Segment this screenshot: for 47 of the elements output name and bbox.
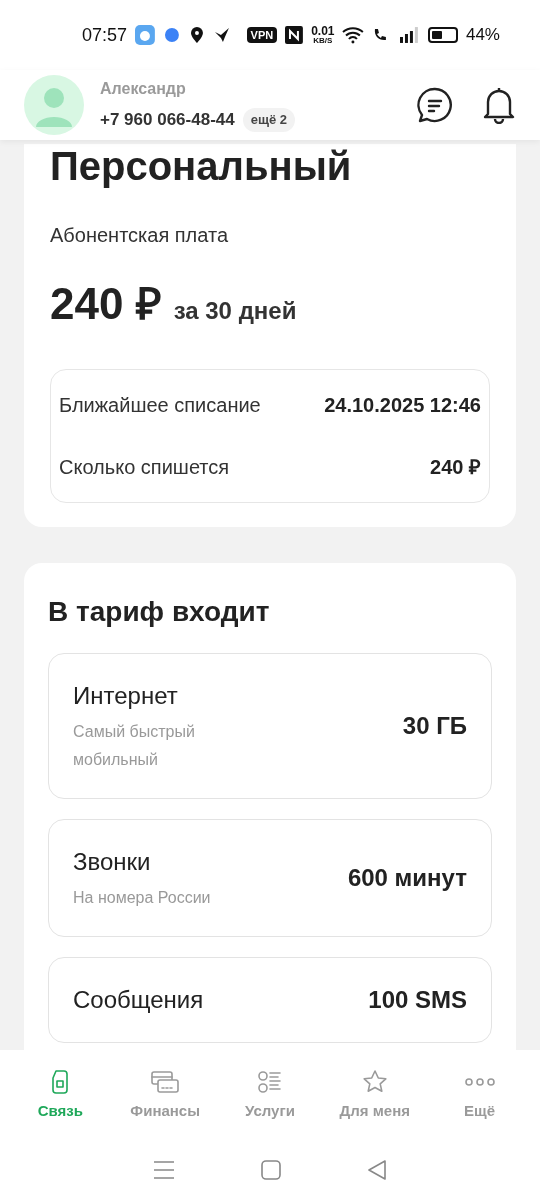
item-name: Звонки bbox=[73, 847, 152, 877]
signal-icon bbox=[400, 27, 421, 43]
item-note: Самый быстрый мобильный bbox=[73, 722, 196, 770]
back-icon[interactable] bbox=[367, 1160, 387, 1180]
more-icon bbox=[463, 1077, 496, 1086]
item-name: Сообщения bbox=[73, 985, 204, 1015]
included-title: В тариф входит bbox=[48, 595, 271, 629]
nav-tab[interactable]: Для меня bbox=[324, 1067, 425, 1123]
item-note: На номера России bbox=[73, 888, 212, 908]
home-icon[interactable] bbox=[261, 1160, 281, 1180]
charge-label: Ближайшее списание bbox=[59, 393, 261, 418]
clock: 07:57 bbox=[82, 23, 128, 47]
charge-value: 240 ₽ bbox=[430, 455, 481, 480]
item-amount: 600 минут bbox=[347, 863, 467, 893]
tariff-title: Персональный bbox=[50, 144, 353, 188]
nav-tab[interactable]: Финансы bbox=[115, 1067, 216, 1123]
nav-tab[interactable]: Услуги bbox=[220, 1067, 320, 1123]
vpn-badge: VPN bbox=[246, 26, 278, 44]
wifi-icon bbox=[342, 26, 365, 44]
app-icon bbox=[162, 26, 181, 44]
chat-icon[interactable] bbox=[416, 86, 454, 124]
more-numbers-button[interactable]: ещё 2 bbox=[242, 108, 295, 132]
included-item[interactable]: Сообщения 100 SMS bbox=[48, 957, 492, 1043]
user-name: Александр bbox=[100, 79, 187, 100]
weather-icon bbox=[135, 25, 155, 45]
price-period: за 30 дней bbox=[173, 296, 297, 326]
nav-tab[interactable]: Связь bbox=[10, 1067, 111, 1123]
item-amount: 30 ГБ bbox=[402, 711, 467, 741]
charge-value: 24.10.2025 12:46 bbox=[324, 393, 481, 418]
location-icon bbox=[188, 26, 205, 44]
menu-icon[interactable] bbox=[153, 1160, 175, 1180]
fee-label: Абонентская плата bbox=[50, 223, 229, 248]
included-item[interactable]: Интернет Самый быстрый мобильный 30 ГБ bbox=[48, 653, 492, 799]
speed-unit: KB/S bbox=[313, 37, 333, 45]
included-item[interactable]: Звонки На номера России 600 минут bbox=[48, 819, 492, 937]
charge-label: Сколько спишется bbox=[59, 455, 230, 480]
price: 240 ₽ bbox=[50, 282, 162, 326]
phone-number: +7 960 066-48-44 bbox=[100, 109, 235, 132]
avatar bbox=[24, 75, 84, 135]
nav-tab[interactable]: Ещё bbox=[429, 1067, 530, 1123]
notifications-icon[interactable] bbox=[482, 86, 516, 124]
network-speed: 0.01 bbox=[311, 25, 335, 37]
nfc-icon bbox=[285, 26, 304, 44]
item-name: Интернет bbox=[73, 681, 179, 711]
battery-icon bbox=[428, 27, 458, 43]
battery-percent: 44% bbox=[465, 24, 500, 47]
item-amount: 100 SMS bbox=[368, 985, 467, 1015]
